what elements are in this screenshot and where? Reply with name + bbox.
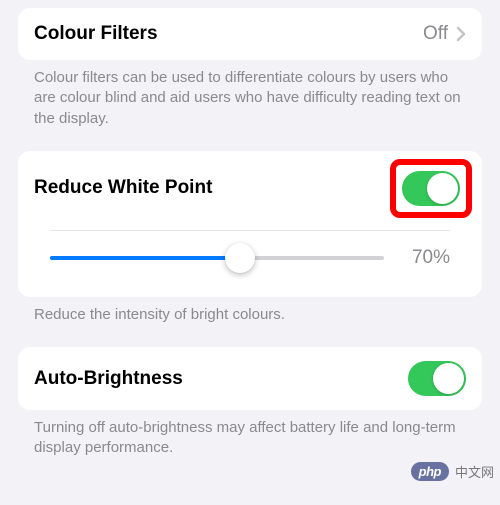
auto-brightness-group: Auto-Brightness bbox=[18, 347, 482, 410]
reduce-white-point-row: Reduce White Point bbox=[18, 151, 482, 226]
reduce-white-point-label: Reduce White Point bbox=[34, 177, 396, 199]
white-point-slider-row: 70% bbox=[50, 230, 450, 297]
auto-brightness-toggle[interactable] bbox=[408, 361, 466, 396]
colour-filters-value: Off bbox=[423, 23, 448, 45]
toggle-knob bbox=[427, 173, 458, 204]
colour-filters-row[interactable]: Colour Filters Off bbox=[18, 8, 482, 60]
watermark-text: 中文网 bbox=[455, 462, 494, 481]
colour-filters-label: Colour Filters bbox=[34, 23, 423, 45]
reduce-white-point-toggle[interactable] bbox=[402, 171, 460, 206]
auto-brightness-row: Auto-Brightness bbox=[18, 347, 482, 410]
slider-thumb[interactable] bbox=[225, 243, 255, 273]
php-badge: php bbox=[411, 462, 449, 481]
highlight-annotation bbox=[390, 159, 472, 218]
colour-filters-group: Colour Filters Off bbox=[18, 8, 482, 60]
chevron-right-icon bbox=[456, 26, 466, 42]
colour-filters-footer: Colour filters can be used to differenti… bbox=[18, 60, 482, 151]
auto-brightness-label: Auto-Brightness bbox=[34, 368, 408, 390]
reduce-white-point-footer: Reduce the intensity of bright colours. bbox=[18, 297, 482, 347]
white-point-slider-value: 70% bbox=[398, 247, 450, 269]
reduce-white-point-group: Reduce White Point 70% bbox=[18, 151, 482, 297]
watermark: php 中文网 bbox=[411, 462, 494, 481]
slider-fill bbox=[50, 256, 240, 260]
toggle-knob bbox=[433, 363, 464, 394]
white-point-slider[interactable] bbox=[50, 241, 384, 275]
